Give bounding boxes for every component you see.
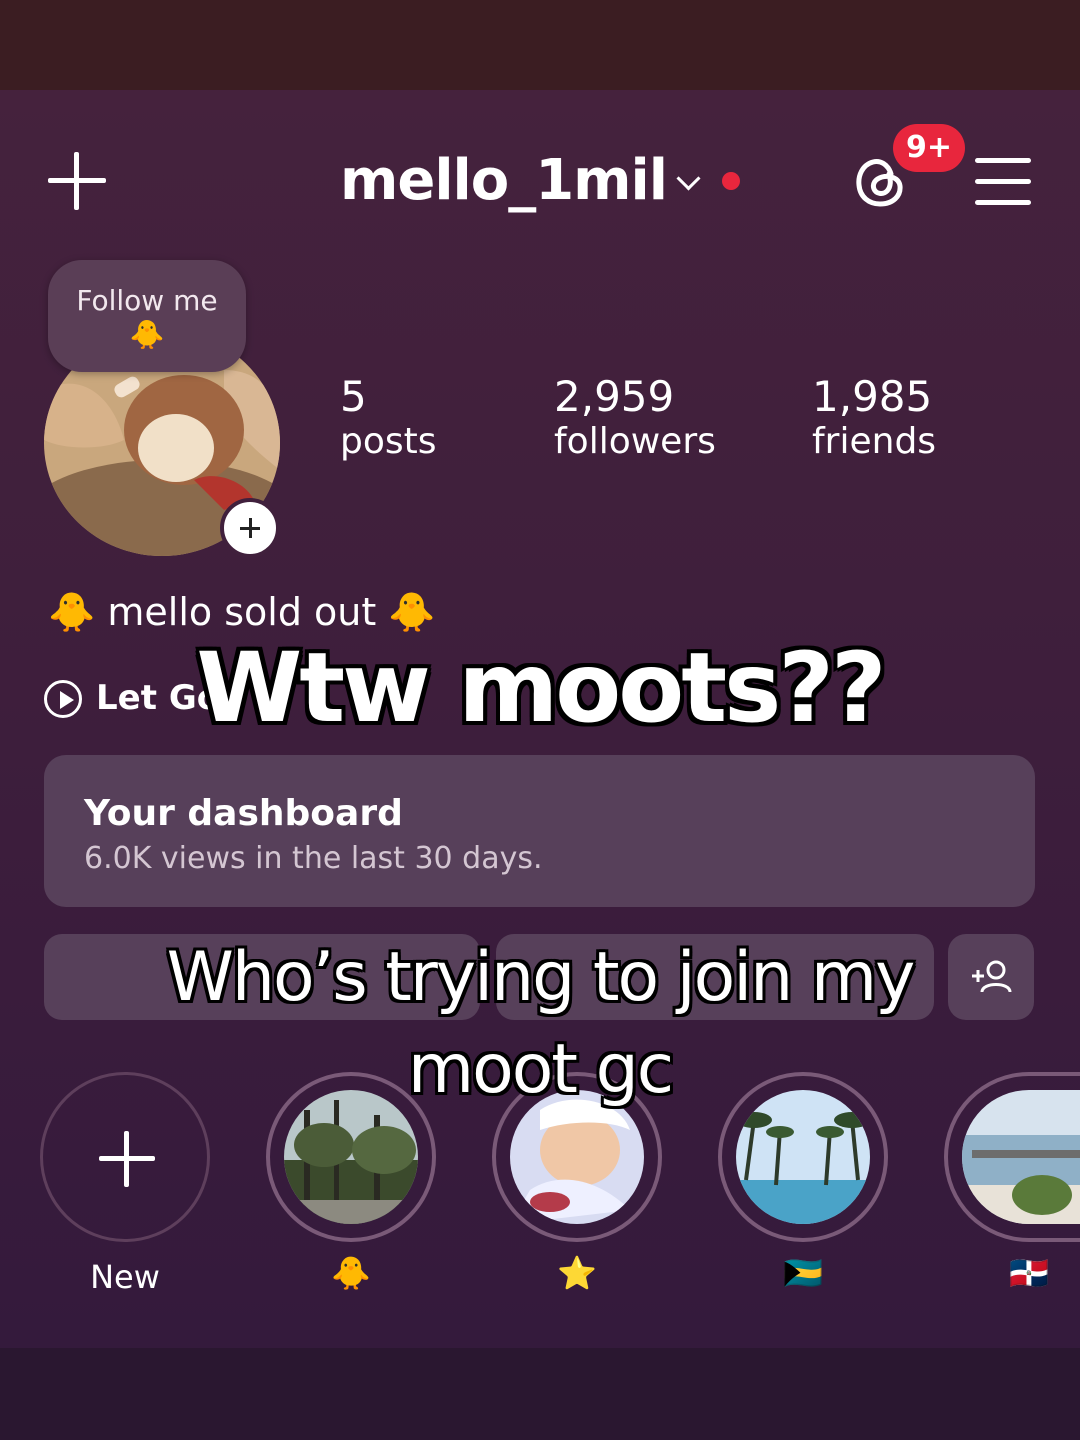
top-letterbox [0, 0, 1080, 90]
overlay-headline: Wtw moots?? [196, 632, 886, 744]
overlay-caption: Who’s trying to join my moot gc [166, 938, 916, 1109]
dashboard-subtitle: 6.0K views in the last 30 days. [84, 841, 543, 876]
stat-friends-value: 1,985 [812, 372, 933, 421]
stat-friends[interactable]: 1,985 friends [812, 372, 936, 462]
notification-badge[interactable]: 9+ [893, 124, 965, 172]
note-text: Follow me [76, 284, 218, 317]
username-title[interactable]: mello_1mil [340, 148, 668, 213]
stat-posts-label: posts [340, 421, 437, 462]
highlight-label: ⭐ [557, 1254, 597, 1292]
add-story-button[interactable] [220, 498, 280, 558]
note-emoji: 🐥 [129, 318, 165, 351]
hamburger-menu-icon[interactable] [975, 158, 1031, 206]
bottom-letterbox [0, 1348, 1080, 1440]
stat-followers[interactable]: 2,959 followers [554, 372, 716, 462]
stat-posts-value: 5 [340, 372, 367, 421]
stat-followers-label: followers [554, 421, 716, 462]
dashboard-card[interactable]: Your dashboard 6.0K views in the last 30… [44, 755, 1035, 907]
highlight-label: 🇧🇸 [783, 1254, 823, 1292]
highlight-label: New [90, 1258, 160, 1296]
dashboard-title: Your dashboard [84, 793, 403, 834]
stat-followers-value: 2,959 [554, 372, 675, 421]
create-plus-icon[interactable] [48, 152, 106, 210]
bio-text: 🐥 mello sold out 🐥 [48, 590, 436, 634]
note-bubble[interactable]: Follow me 🐥 [48, 260, 246, 372]
stat-friends-label: friends [812, 421, 937, 462]
highlight-label: 🐥 [331, 1254, 371, 1292]
account-alert-dot [722, 172, 740, 190]
stat-posts[interactable]: 5 posts [340, 372, 437, 462]
highlight-label: 🇩🇴 [1009, 1254, 1049, 1292]
